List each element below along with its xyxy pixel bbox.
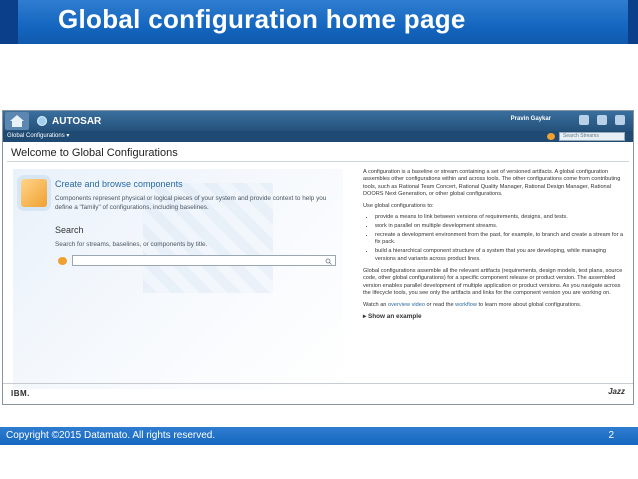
jazz-logo: Jazz: [608, 387, 625, 396]
slide-title-bar: Global configuration home page: [0, 0, 638, 44]
help-icon[interactable]: [615, 115, 625, 125]
page-number: 2: [608, 430, 614, 441]
create-browse-link[interactable]: Create and browse components: [55, 179, 183, 189]
search-input[interactable]: [72, 255, 336, 266]
info-watch-line: Watch an overview video or read the work…: [363, 302, 627, 309]
search-type-icon[interactable]: [58, 257, 67, 265]
stream-filter-icon[interactable]: [547, 133, 555, 140]
ibm-logo: IBM.: [11, 389, 30, 398]
home-icon: [10, 115, 24, 127]
watch-prefix: Watch an: [363, 301, 388, 308]
app-logo-icon: [37, 116, 47, 126]
users-icon[interactable]: [579, 115, 589, 125]
list-item: build a hierarchical component structure…: [375, 248, 627, 263]
app-sub-bar: Global Configurations ▾ Search Streams: [3, 131, 633, 142]
slide-footer: Copyright ©2015 Datamato. All rights res…: [0, 427, 638, 445]
app-top-bar: AUTOSAR Pravin Gaykar: [3, 111, 633, 131]
user-name[interactable]: Pravin Gaykar: [511, 116, 551, 122]
slide-title: Global configuration home page: [58, 4, 466, 34]
info-panel: A configuration is a baseline or stream …: [363, 169, 627, 320]
copyright-text: Copyright ©2015 Datamato. All rights res…: [6, 430, 216, 441]
footer-divider: [3, 383, 633, 384]
app-screenshot: AUTOSAR Pravin Gaykar Global Configurati…: [2, 110, 634, 405]
info-paragraph-2: Use global configurations to:: [363, 202, 434, 209]
search-title: Search: [55, 225, 84, 235]
search-icon[interactable]: [325, 258, 332, 265]
list-item: provide a means to link between versions…: [375, 214, 627, 221]
app-title: AUTOSAR: [52, 115, 102, 127]
watch-suffix: to learn more about global configuration…: [476, 301, 582, 308]
home-button[interactable]: [5, 112, 29, 130]
list-item: work in parallel on multiple development…: [375, 223, 627, 230]
workflow-link[interactable]: workflow: [455, 302, 477, 308]
search-description: Search for streams, baselines, or compon…: [55, 241, 208, 248]
gear-icon[interactable]: [597, 115, 607, 125]
left-panel: Create and browse components Components …: [13, 169, 343, 389]
component-cube-icon: [21, 179, 47, 207]
info-paragraph-1: A configuration is a baseline or stream …: [363, 169, 621, 198]
stream-search-input[interactable]: Search Streams: [559, 132, 625, 141]
info-paragraph-3: Global configurations assemble all the r…: [363, 267, 623, 297]
create-browse-description: Components represent physical or logical…: [55, 195, 327, 211]
list-item: recreate a development environment from …: [375, 232, 627, 247]
watch-mid: or read the: [424, 301, 456, 308]
show-example-toggle[interactable]: ▸ Show an example: [363, 313, 627, 320]
heading-divider: [7, 161, 629, 162]
page-heading: Welcome to Global Configurations: [11, 147, 178, 159]
overview-video-link[interactable]: overview video: [388, 302, 425, 308]
info-bullet-list: provide a means to link between versions…: [375, 214, 627, 263]
global-configurations-menu[interactable]: Global Configurations ▾: [7, 132, 69, 139]
